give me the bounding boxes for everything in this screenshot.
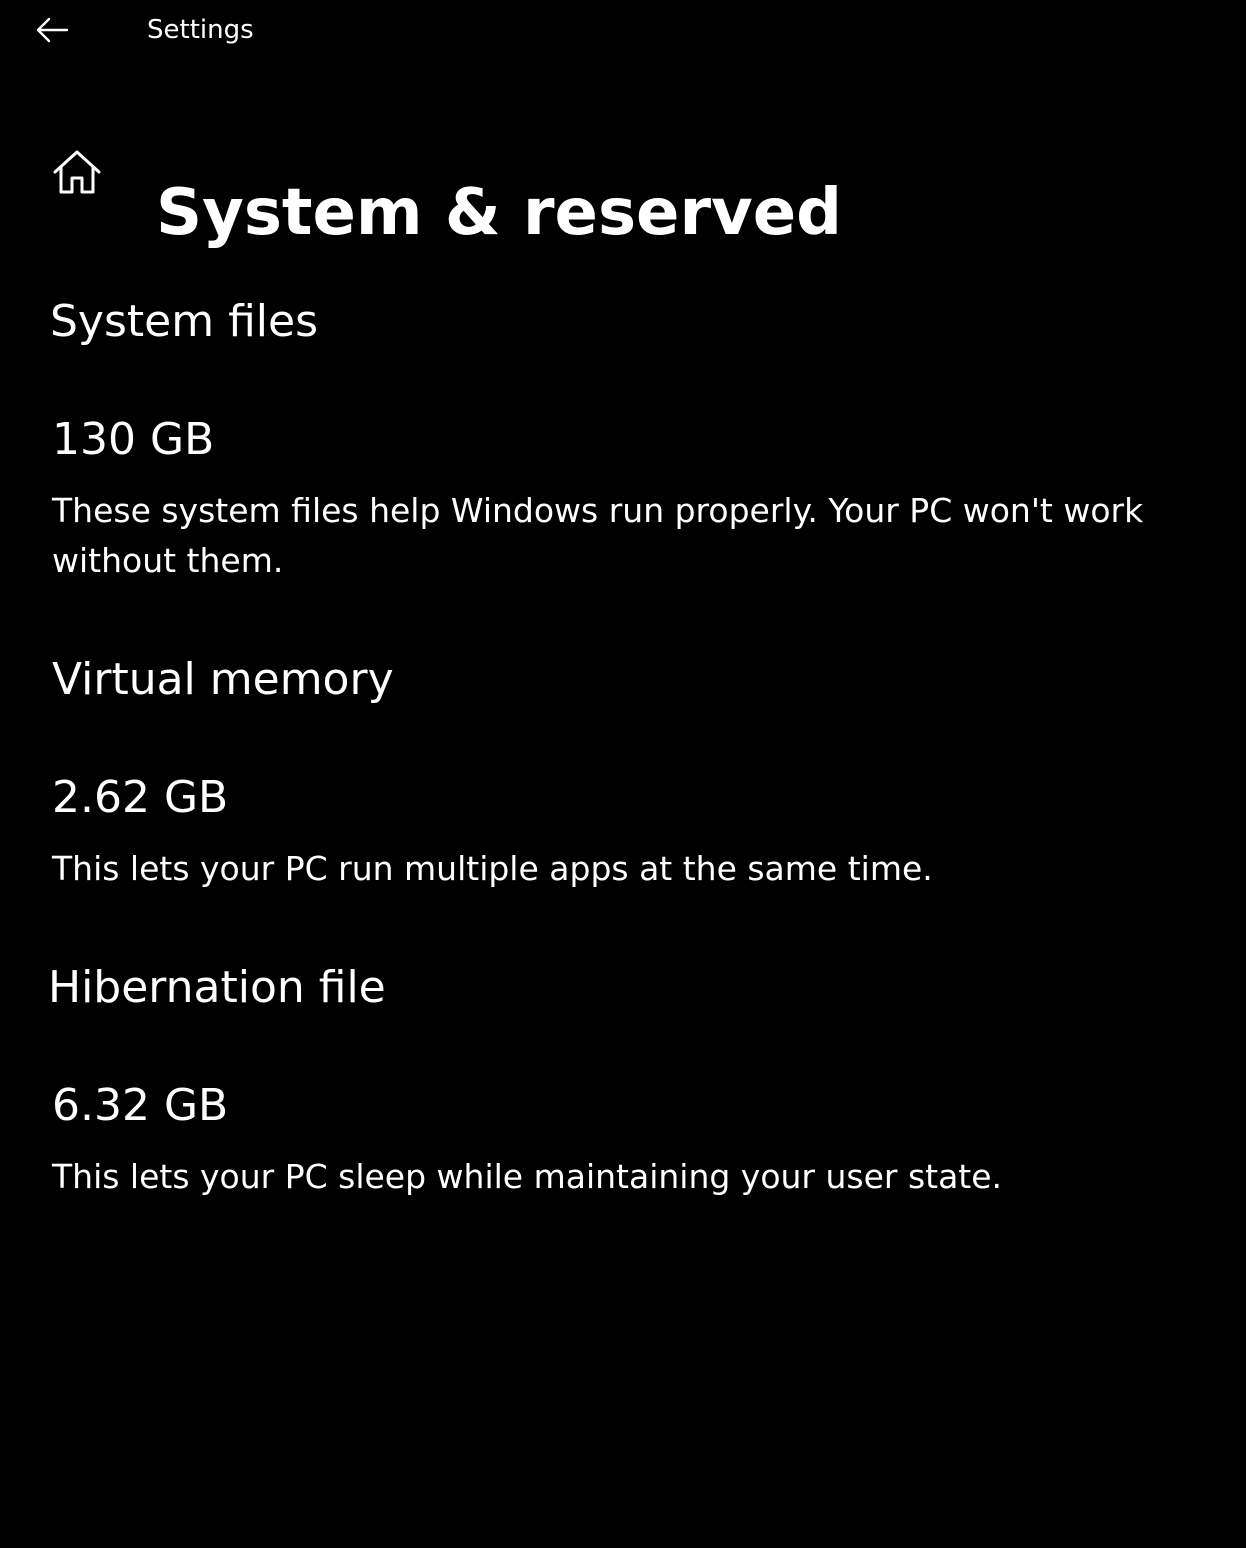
section-size: 6.32 GB	[52, 1080, 229, 1131]
home-button[interactable]	[44, 140, 110, 204]
section-heading: Virtual memory	[52, 654, 394, 705]
section-heading: Hibernation file	[48, 962, 386, 1013]
section-system-files: System files 130 GB These system files h…	[50, 292, 1192, 586]
section-description: This lets your PC run multiple apps at t…	[52, 849, 933, 888]
section-hibernation-file: Hibernation file 6.32 GB This lets your …	[48, 958, 1192, 1202]
page-title: System & reserved	[156, 175, 842, 250]
section-description: These system files help Windows run prop…	[52, 491, 1144, 580]
section-size: 130 GB	[52, 414, 215, 465]
home-icon	[53, 150, 101, 194]
section-description: This lets your PC sleep while maintainin…	[52, 1157, 1003, 1196]
back-arrow-icon	[36, 17, 69, 43]
section-heading: System files	[50, 296, 318, 347]
section-virtual-memory: Virtual memory 2.62 GB This lets your PC…	[52, 650, 1192, 894]
title-bar: Settings	[0, 0, 1246, 64]
window-title: Settings	[147, 15, 254, 45]
section-size: 2.62 GB	[52, 772, 229, 823]
back-button[interactable]	[26, 8, 78, 52]
page-header: System & reserved	[0, 120, 1246, 250]
storage-sections: System files 130 GB These system files h…	[48, 292, 1192, 1202]
